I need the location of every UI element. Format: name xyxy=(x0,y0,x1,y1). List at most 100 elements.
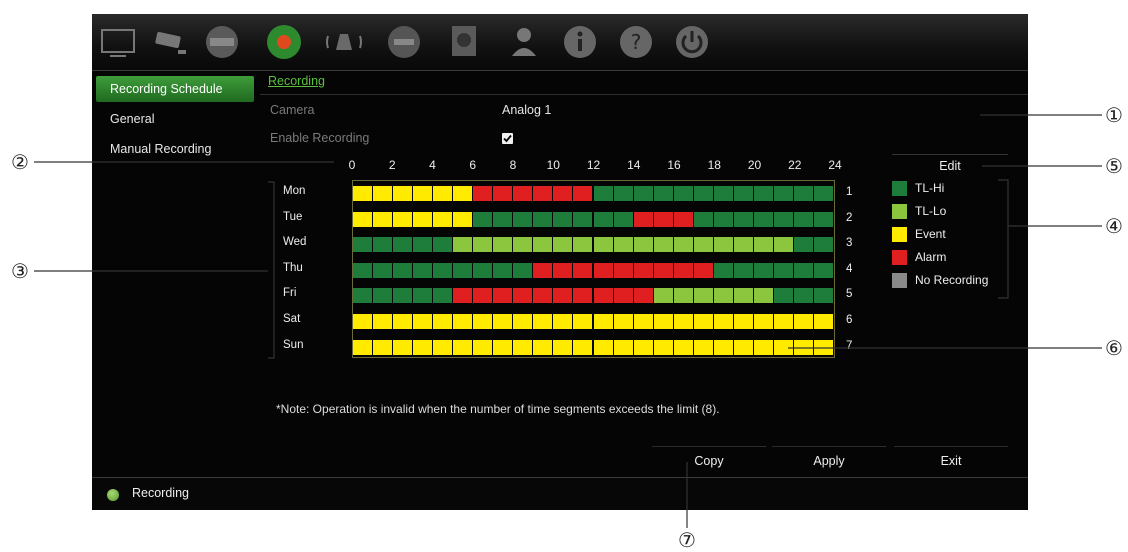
schedule-cell[interactable] xyxy=(673,288,694,304)
schedule-cell[interactable] xyxy=(653,288,674,304)
schedule-cell[interactable] xyxy=(813,262,834,278)
schedule-cell[interactable] xyxy=(773,288,794,304)
schedule-cell[interactable] xyxy=(593,262,614,278)
apply-button[interactable]: Apply xyxy=(772,446,886,475)
schedule-cell[interactable] xyxy=(733,314,754,329)
schedule-cell[interactable] xyxy=(573,262,594,278)
schedule-cell[interactable] xyxy=(653,262,674,278)
schedule-cell[interactable] xyxy=(613,211,634,227)
schedule-cell[interactable] xyxy=(613,262,634,278)
schedule-cell[interactable] xyxy=(413,339,434,355)
cctv-camera-icon[interactable] xyxy=(148,20,192,64)
schedule-cell[interactable] xyxy=(473,186,494,201)
schedule-cell[interactable] xyxy=(513,288,534,304)
schedule-cell[interactable] xyxy=(793,288,814,304)
help-icon[interactable]: ? xyxy=(614,20,658,64)
schedule-cell[interactable] xyxy=(713,186,734,201)
schedule-cell[interactable] xyxy=(473,262,494,278)
schedule-cell[interactable] xyxy=(453,186,474,201)
tab-recording[interactable]: Recording xyxy=(268,74,325,88)
schedule-cell[interactable] xyxy=(713,288,734,304)
schedule-cell[interactable] xyxy=(393,237,414,253)
schedule-cell[interactable] xyxy=(533,314,554,329)
schedule-cell[interactable] xyxy=(433,314,454,329)
schedule-cell[interactable] xyxy=(753,262,774,278)
schedule-cell[interactable] xyxy=(393,211,414,227)
schedule-cell[interactable] xyxy=(713,211,734,227)
schedule-cell[interactable] xyxy=(593,186,614,201)
schedule-cell[interactable] xyxy=(713,314,734,329)
schedule-grid[interactable] xyxy=(352,180,835,358)
schedule-cell[interactable] xyxy=(593,339,614,355)
schedule-cell[interactable] xyxy=(353,211,374,227)
schedule-cell[interactable] xyxy=(553,237,574,253)
schedule-cell[interactable] xyxy=(593,237,614,253)
edit-button[interactable]: Edit xyxy=(892,154,1008,177)
schedule-cell[interactable] xyxy=(673,237,694,253)
schedule-cell[interactable] xyxy=(513,314,534,329)
schedule-cell[interactable] xyxy=(553,339,574,355)
schedule-cell[interactable] xyxy=(533,237,554,253)
schedule-cell[interactable] xyxy=(713,339,734,355)
schedule-cell[interactable] xyxy=(793,186,814,201)
schedule-cell[interactable] xyxy=(533,186,554,201)
schedule-cell[interactable] xyxy=(753,237,774,253)
schedule-cell[interactable] xyxy=(633,237,654,253)
power-icon[interactable] xyxy=(670,20,714,64)
schedule-cell[interactable] xyxy=(393,288,414,304)
schedule-cell[interactable] xyxy=(673,211,694,227)
schedule-cell[interactable] xyxy=(793,237,814,253)
schedule-cell[interactable] xyxy=(613,339,634,355)
schedule-cell[interactable] xyxy=(753,314,774,329)
schedule-cell[interactable] xyxy=(413,314,434,329)
schedule-cell[interactable] xyxy=(693,186,714,201)
schedule-cell[interactable] xyxy=(413,237,434,253)
menu-item-recording-schedule[interactable]: Recording Schedule xyxy=(96,76,254,102)
schedule-cell[interactable] xyxy=(653,339,674,355)
schedule-cell[interactable] xyxy=(573,211,594,227)
schedule-cell[interactable] xyxy=(353,237,374,253)
hdd-icon[interactable] xyxy=(200,20,244,64)
schedule-cell[interactable] xyxy=(493,262,514,278)
schedule-cell[interactable] xyxy=(813,237,834,253)
schedule-cell[interactable] xyxy=(773,186,794,201)
enable-recording-checkbox[interactable] xyxy=(502,133,513,144)
schedule-cell[interactable] xyxy=(413,288,434,304)
schedule-cell[interactable] xyxy=(433,262,454,278)
schedule-cell[interactable] xyxy=(373,237,394,253)
schedule-cell[interactable] xyxy=(613,288,634,304)
schedule-cell[interactable] xyxy=(353,288,374,304)
schedule-cell[interactable] xyxy=(553,211,574,227)
schedule-cell[interactable] xyxy=(453,237,474,253)
record-icon[interactable] xyxy=(262,20,306,64)
schedule-cell[interactable] xyxy=(693,237,714,253)
schedule-cell[interactable] xyxy=(533,288,554,304)
schedule-cell[interactable] xyxy=(753,211,774,227)
schedule-cell[interactable] xyxy=(773,211,794,227)
schedule-cell[interactable] xyxy=(533,339,554,355)
copy-button[interactable]: Copy xyxy=(652,446,766,475)
schedule-cell[interactable] xyxy=(553,186,574,201)
user-icon[interactable] xyxy=(502,20,546,64)
menu-item-general[interactable]: General xyxy=(96,106,254,132)
schedule-cell[interactable] xyxy=(453,211,474,227)
schedule-cell[interactable] xyxy=(633,186,654,201)
schedule-cell[interactable] xyxy=(413,186,434,201)
schedule-cell[interactable] xyxy=(813,314,834,329)
schedule-cell[interactable] xyxy=(393,339,414,355)
schedule-cell[interactable] xyxy=(533,262,554,278)
schedule-cell[interactable] xyxy=(653,186,674,201)
schedule-cell[interactable] xyxy=(633,288,654,304)
network-icon[interactable] xyxy=(382,20,426,64)
schedule-cell[interactable] xyxy=(373,186,394,201)
schedule-cell[interactable] xyxy=(693,314,714,329)
schedule-cell[interactable] xyxy=(773,314,794,329)
schedule-cell[interactable] xyxy=(573,186,594,201)
schedule-cell[interactable] xyxy=(753,288,774,304)
schedule-cell[interactable] xyxy=(633,339,654,355)
schedule-cell[interactable] xyxy=(393,186,414,201)
schedule-cell[interactable] xyxy=(733,237,754,253)
schedule-cell[interactable] xyxy=(613,237,634,253)
schedule-cell[interactable] xyxy=(693,262,714,278)
schedule-cell[interactable] xyxy=(433,237,454,253)
